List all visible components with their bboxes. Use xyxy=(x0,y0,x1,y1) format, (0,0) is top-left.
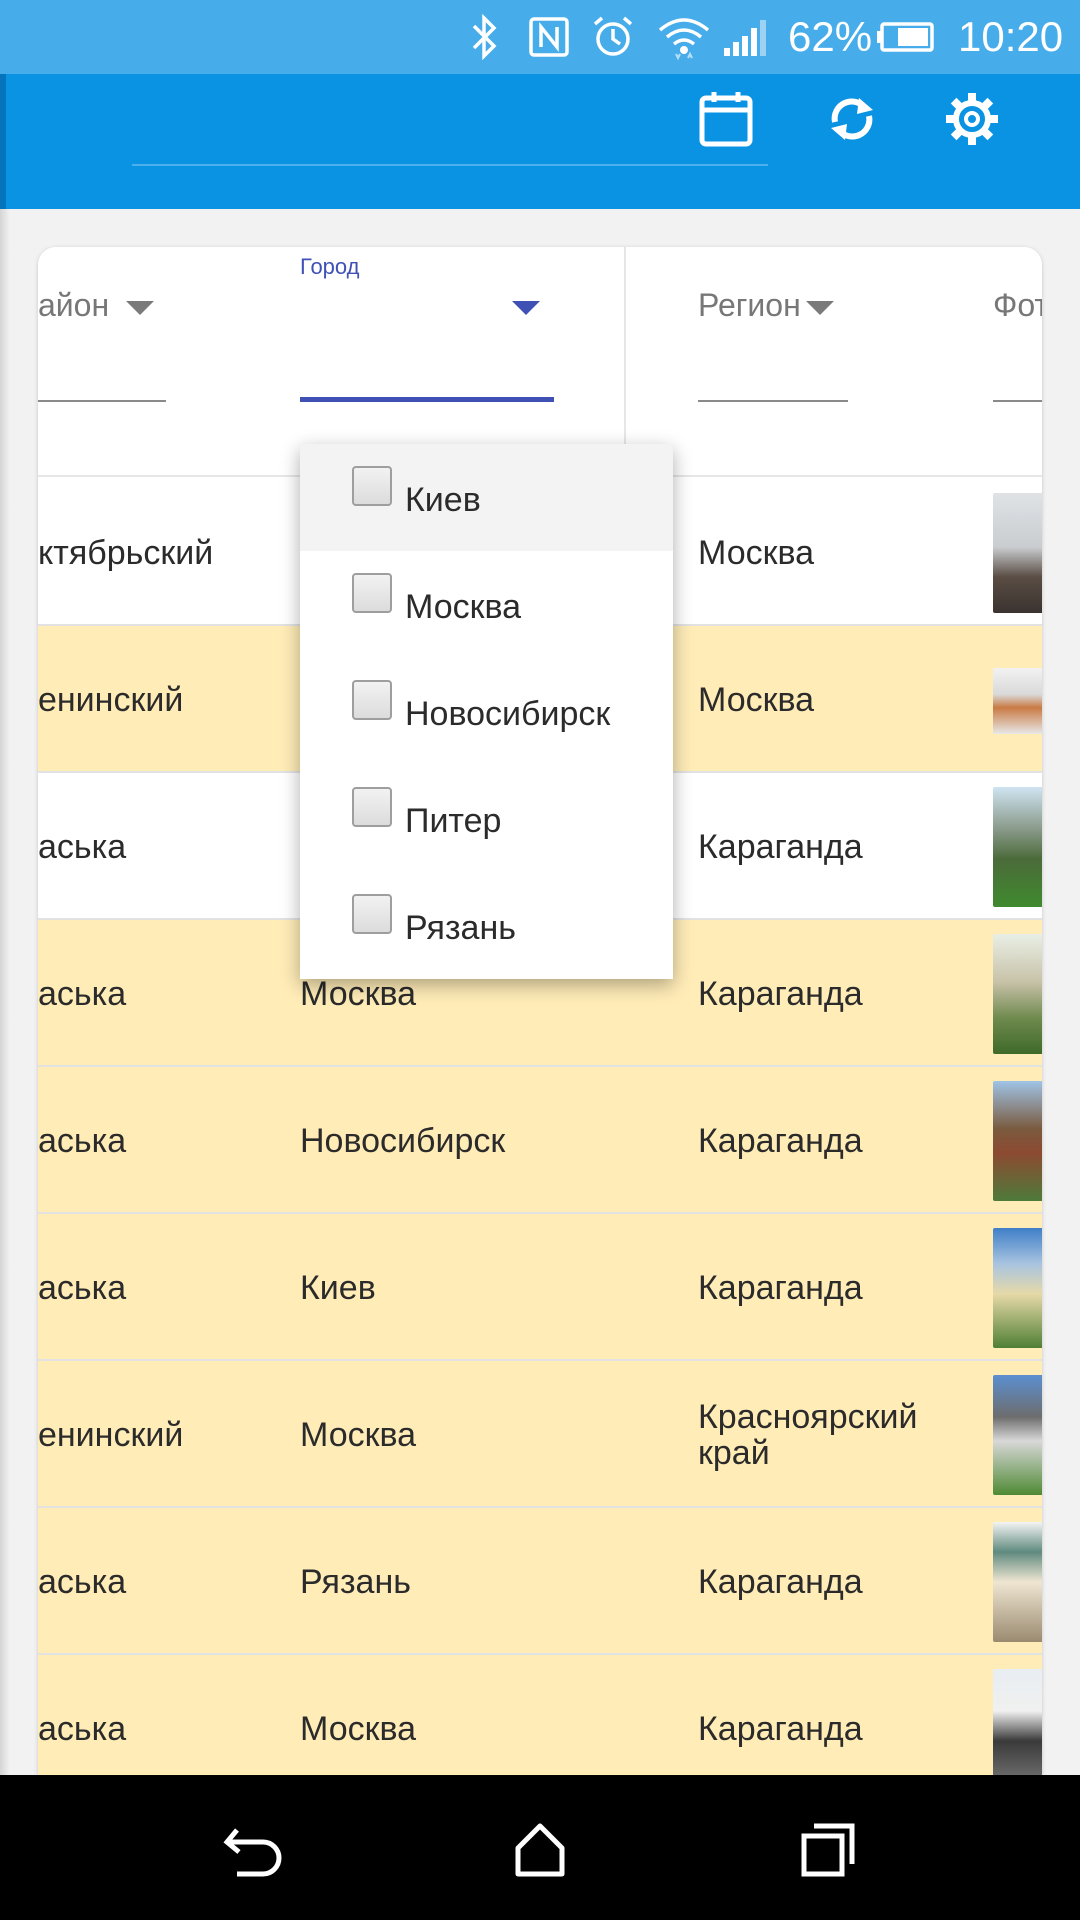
cell-region: Караганда xyxy=(698,827,863,866)
header-city-floating-label: Город xyxy=(300,254,360,279)
photo-filter-underline[interactable] xyxy=(993,400,1042,402)
city-option-piter[interactable]: Питер xyxy=(300,765,673,872)
cell-district: ктябрьский xyxy=(38,533,214,572)
settings-icon xyxy=(946,93,998,145)
cell-region: Караганда xyxy=(698,1121,863,1160)
row-photo[interactable] xyxy=(993,1375,1042,1495)
search-field-underline[interactable] xyxy=(132,164,768,166)
cell-city: Москва xyxy=(300,1415,417,1454)
row-photo[interactable] xyxy=(993,934,1042,1054)
option-label: Новосибирск xyxy=(405,695,611,733)
option-label: Москва xyxy=(405,588,522,626)
refresh-button[interactable] xyxy=(817,84,887,154)
cell-district: енинский xyxy=(38,680,184,719)
cell-city: Новосибирск xyxy=(300,1121,506,1160)
cell-region: Красноярский край xyxy=(698,1397,918,1472)
checkbox[interactable] xyxy=(352,466,392,506)
row-photo[interactable] xyxy=(993,1081,1042,1201)
cell-district: аська xyxy=(38,974,127,1013)
city-option-moscow[interactable]: Москва xyxy=(300,551,673,658)
table-row[interactable]: аська Москва Караганда xyxy=(38,1655,1042,1775)
bluetooth-icon xyxy=(472,14,497,60)
app-bar xyxy=(0,74,1080,209)
header-region-label: Регион xyxy=(698,287,801,323)
refresh-icon xyxy=(831,98,873,140)
header-district-label: айон xyxy=(38,287,110,323)
cell-region: Москва xyxy=(698,680,815,719)
battery-percent: 62% xyxy=(788,13,873,60)
cell-district: аська xyxy=(38,827,127,866)
back-icon xyxy=(223,1828,282,1877)
cell-district: аська xyxy=(38,1709,127,1748)
checkbox[interactable] xyxy=(352,680,392,720)
cell-region: Караганда xyxy=(698,974,863,1013)
city-filter-underline[interactable] xyxy=(300,397,554,402)
row-photo[interactable] xyxy=(993,668,1042,734)
city-filter-menu: Киев Москва Новосибирск Питер Рязань xyxy=(300,444,673,979)
region-filter-caret[interactable] xyxy=(806,301,834,315)
table-row[interactable]: аська Киев Караганда xyxy=(38,1214,1042,1361)
home-icon xyxy=(515,1823,565,1877)
checkbox[interactable] xyxy=(352,573,392,613)
table-row[interactable]: енинский Москва Красноярский край xyxy=(38,1361,1042,1508)
navigation-bar xyxy=(0,1775,1080,1920)
wifi-icon xyxy=(658,18,710,60)
battery-icon xyxy=(877,22,934,52)
district-filter-caret[interactable] xyxy=(126,301,154,315)
cell-district: аська xyxy=(38,1121,127,1160)
cell-district: аська xyxy=(38,1268,127,1307)
cell-city: Москва xyxy=(300,1709,417,1748)
table-header: айон Город Регион Фот xyxy=(38,247,1042,477)
table-row[interactable]: аська Рязань Караганда xyxy=(38,1508,1042,1655)
option-label: Питер xyxy=(405,802,502,840)
page-edge-shadow xyxy=(0,209,10,1775)
city-option-novosibirsk[interactable]: Новосибирск xyxy=(300,658,673,765)
status-bar: 62% 10:20 xyxy=(0,0,1080,74)
row-photo[interactable] xyxy=(993,1228,1042,1348)
checkbox[interactable] xyxy=(352,894,392,934)
cell-city: Рязань xyxy=(300,1562,411,1601)
clock: 10:20 xyxy=(958,13,1064,60)
cell-region: Караганда xyxy=(698,1562,863,1601)
home-button[interactable] xyxy=(500,1810,580,1890)
calendar-button[interactable] xyxy=(691,84,761,154)
district-filter-underline[interactable] xyxy=(38,400,166,402)
city-filter-caret[interactable] xyxy=(512,301,540,315)
cell-city: Киев xyxy=(300,1268,376,1307)
row-photo[interactable] xyxy=(993,1522,1042,1642)
option-label: Киев xyxy=(405,481,481,519)
cell-district: енинский xyxy=(38,1415,184,1454)
settings-button[interactable] xyxy=(937,84,1007,154)
city-option-ryazan[interactable]: Рязань xyxy=(300,872,673,979)
table-row[interactable]: аська Новосибирск Караганда xyxy=(38,1067,1042,1214)
alarm-icon xyxy=(593,16,633,56)
signal-icon xyxy=(724,20,766,56)
option-label: Рязань xyxy=(405,909,516,947)
drawer-edge[interactable] xyxy=(0,74,6,209)
column-divider xyxy=(624,247,626,477)
checkbox[interactable] xyxy=(352,787,392,827)
back-button[interactable] xyxy=(214,1810,294,1890)
row-photo[interactable] xyxy=(993,493,1042,613)
row-photo[interactable] xyxy=(993,787,1042,907)
cell-region: Караганда xyxy=(698,1268,863,1307)
header-photo-label: Фот xyxy=(993,287,1042,323)
region-filter-underline[interactable] xyxy=(698,400,848,402)
cell-district: аська xyxy=(38,1562,127,1601)
recents-icon xyxy=(801,1823,855,1877)
nfc-icon xyxy=(529,17,569,57)
city-option-kiev[interactable]: Киев xyxy=(300,444,673,551)
calendar-icon xyxy=(699,92,753,147)
row-photo[interactable] xyxy=(993,1669,1042,1775)
cell-region: Караганда xyxy=(698,1709,863,1748)
recents-button[interactable] xyxy=(788,1810,868,1890)
cell-region: Москва xyxy=(698,533,815,572)
